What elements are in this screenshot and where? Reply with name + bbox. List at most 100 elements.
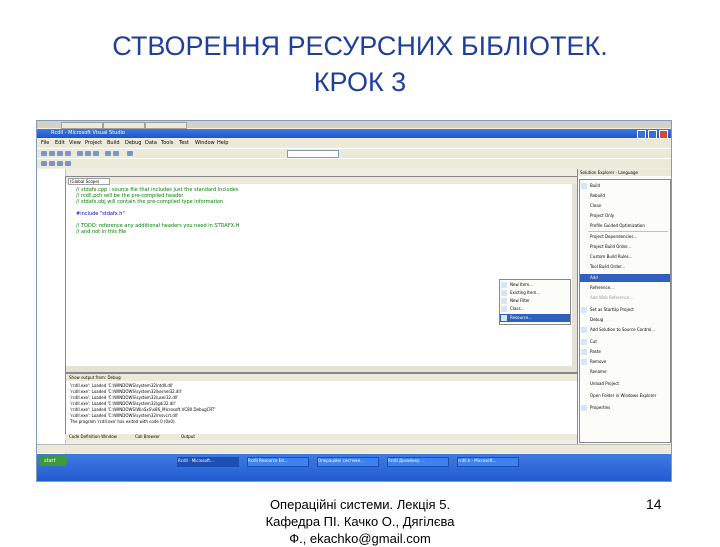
start-debug-icon[interactable] bbox=[127, 151, 133, 156]
close-button[interactable] bbox=[659, 130, 668, 139]
code-editor[interactable]: (Global Scope) // stdafx.cpp : source fi… bbox=[65, 176, 579, 373]
menu-item-cut[interactable]: Cut bbox=[580, 338, 670, 346]
menu-item-startup[interactable]: Set as StartUp Project bbox=[580, 306, 670, 314]
output-window[interactable]: Show output from: Debug 'rcdll.exe': Loa… bbox=[65, 373, 579, 435]
toolbar-icon[interactable] bbox=[65, 161, 71, 166]
footer-line3: Ф., ekachko@gmail.com bbox=[289, 531, 431, 546]
save-all-icon[interactable] bbox=[65, 151, 71, 156]
menu-item-pgo[interactable]: Profile Guided Optimization bbox=[580, 222, 670, 230]
tab-output[interactable]: Output bbox=[181, 434, 195, 439]
taskbar-item-label: Rcdll - Microsoft... bbox=[178, 458, 214, 463]
submenu-item-resource[interactable]: Resource... bbox=[500, 314, 570, 322]
window-controls bbox=[637, 130, 668, 139]
menu-item-add[interactable]: Add bbox=[580, 274, 670, 282]
menu-item-properties[interactable]: Properties bbox=[580, 404, 670, 412]
build-icon bbox=[581, 183, 587, 189]
taskbar-item-label: Операційні системи... bbox=[318, 458, 364, 463]
menu-data[interactable]: Data bbox=[145, 140, 157, 146]
tab-call-browser[interactable]: Call Browser bbox=[135, 434, 160, 439]
toolbar-icon[interactable] bbox=[57, 161, 63, 166]
menu-item-rebuild[interactable]: Rebuild bbox=[580, 192, 670, 200]
submenu-item-class[interactable]: Class... bbox=[500, 305, 570, 313]
open-icon[interactable] bbox=[49, 151, 55, 156]
menu-file[interactable]: File bbox=[41, 140, 49, 146]
output-line: 'rcdll.exe': Loaded 'C:\WINDOWS\system32… bbox=[70, 395, 179, 400]
output-tabs: Code Definition Window Call Browser Outp… bbox=[65, 434, 577, 440]
new-project-icon[interactable] bbox=[41, 151, 47, 156]
file-dropdown-value: (Global Scope) bbox=[70, 179, 100, 184]
copy-icon[interactable] bbox=[85, 151, 91, 156]
footer-line1: Операційні системи. Лекція 5. bbox=[269, 497, 451, 512]
vertical-ruler bbox=[37, 169, 66, 469]
toolbar-standard bbox=[37, 148, 671, 158]
cut-icon[interactable] bbox=[77, 151, 83, 156]
save-icon[interactable] bbox=[57, 151, 63, 156]
slide-title-line2: КРОК 3 bbox=[313, 67, 407, 97]
menu-window[interactable]: Window bbox=[195, 140, 215, 146]
outer-tab[interactable] bbox=[145, 122, 187, 129]
menu-item-reference[interactable]: Reference... bbox=[580, 284, 670, 292]
menu-test[interactable]: Test bbox=[179, 140, 189, 146]
menu-build[interactable]: Build bbox=[107, 140, 120, 146]
taskbar-item[interactable]: Rcdll - Microsoft... bbox=[177, 457, 239, 467]
menu-debug[interactable]: Debug bbox=[125, 140, 141, 146]
cut-icon bbox=[581, 339, 587, 345]
source-control-icon bbox=[581, 327, 587, 333]
maximize-button[interactable] bbox=[648, 130, 657, 139]
menu-item-web-reference[interactable]: Add Web Reference... bbox=[580, 294, 670, 302]
menu-item-remove[interactable]: Remove bbox=[580, 358, 670, 366]
menu-item-source-control[interactable]: Add Solution to Source Control... bbox=[580, 326, 670, 334]
menu-item-build[interactable]: Build bbox=[580, 182, 670, 190]
outer-tab[interactable] bbox=[103, 122, 145, 129]
status-bar bbox=[37, 444, 671, 453]
tab-code-definition[interactable]: Code Definition Window bbox=[69, 434, 117, 439]
file-dropdown[interactable]: (Global Scope) bbox=[68, 178, 110, 185]
slide-title-line1: СТВОРЕННЯ РЕСУРСНИХ БІБЛІОТЕК. bbox=[112, 31, 608, 61]
menu-help[interactable]: Help bbox=[217, 140, 228, 146]
taskbar-item[interactable]: Операційні системи... bbox=[317, 457, 379, 467]
configuration-dropdown[interactable] bbox=[287, 150, 339, 158]
menu-project[interactable]: Project bbox=[85, 140, 102, 146]
menu-item-paste[interactable]: Paste bbox=[580, 348, 670, 356]
solution-explorer-title: Solution Explorer - Language bbox=[580, 170, 638, 175]
submenu-item-new-item[interactable]: New Item... bbox=[500, 281, 570, 289]
taskbar-item[interactable]: Rcdll Дизайнер ... bbox=[387, 457, 449, 467]
undo-icon[interactable] bbox=[105, 151, 111, 156]
menu-item-tool-build-order[interactable]: Tool Build Order... bbox=[580, 263, 670, 271]
menu-item-clean[interactable]: Clean bbox=[580, 202, 670, 210]
taskbar-item[interactable]: Rcdll Resource Ed... bbox=[247, 457, 309, 467]
page-number: 14 bbox=[646, 496, 662, 512]
menu-edit[interactable]: Edit bbox=[55, 140, 65, 146]
startup-icon bbox=[581, 307, 587, 313]
outer-tab[interactable] bbox=[61, 122, 103, 129]
submenu-item-existing-item[interactable]: Existing Item... bbox=[500, 289, 570, 297]
menu-item-custom-build-rules[interactable]: Custom Build Rules... bbox=[580, 253, 670, 261]
output-line: 'rcdll.exe': Loaded 'C:\WINDOWS\system32… bbox=[70, 401, 176, 406]
paste-icon[interactable] bbox=[93, 151, 99, 156]
start-button[interactable]: start bbox=[39, 456, 67, 466]
menu-item-open-folder[interactable]: Open Folder in Windows Explorer bbox=[580, 392, 670, 400]
menu-item-debug[interactable]: Debug bbox=[580, 316, 670, 324]
menu-item-dependencies[interactable]: Project Dependencies... bbox=[580, 233, 670, 241]
code-line: #include "stdafx.h" bbox=[76, 211, 125, 217]
visual-studio-screenshot: Rcdll - Microsoft Visual Studio File Edi… bbox=[36, 120, 672, 482]
footer-line2: Кафедра ПІ. Качко О., Дягілєва bbox=[265, 514, 455, 529]
taskbar-item[interactable]: rcdll.h - Microsoft... bbox=[457, 457, 519, 467]
toolbar-icon[interactable] bbox=[49, 161, 55, 166]
redo-icon[interactable] bbox=[113, 151, 119, 156]
menu-item-build-order[interactable]: Project Build Order... bbox=[580, 243, 670, 251]
window-title: Rcdll - Microsoft Visual Studio bbox=[51, 130, 125, 136]
menu-tools[interactable]: Tools bbox=[161, 140, 173, 146]
toolbar-icon[interactable] bbox=[41, 161, 47, 166]
output-header: Show output from: Debug bbox=[66, 374, 578, 381]
class-icon bbox=[501, 306, 507, 312]
menu-item-unload[interactable]: Unload Project bbox=[580, 380, 670, 388]
minimize-button[interactable] bbox=[637, 130, 646, 139]
properties-icon bbox=[581, 405, 587, 411]
menu-item-project-only[interactable]: Project Only bbox=[580, 212, 670, 220]
menu-item-rename[interactable]: Rename bbox=[580, 368, 670, 376]
menu-view[interactable]: View bbox=[69, 140, 81, 146]
submenu-item-new-filter[interactable]: New Filter bbox=[500, 297, 570, 305]
editor-horizontal-scrollbar[interactable] bbox=[66, 366, 578, 372]
outer-tab-strip bbox=[37, 121, 671, 129]
